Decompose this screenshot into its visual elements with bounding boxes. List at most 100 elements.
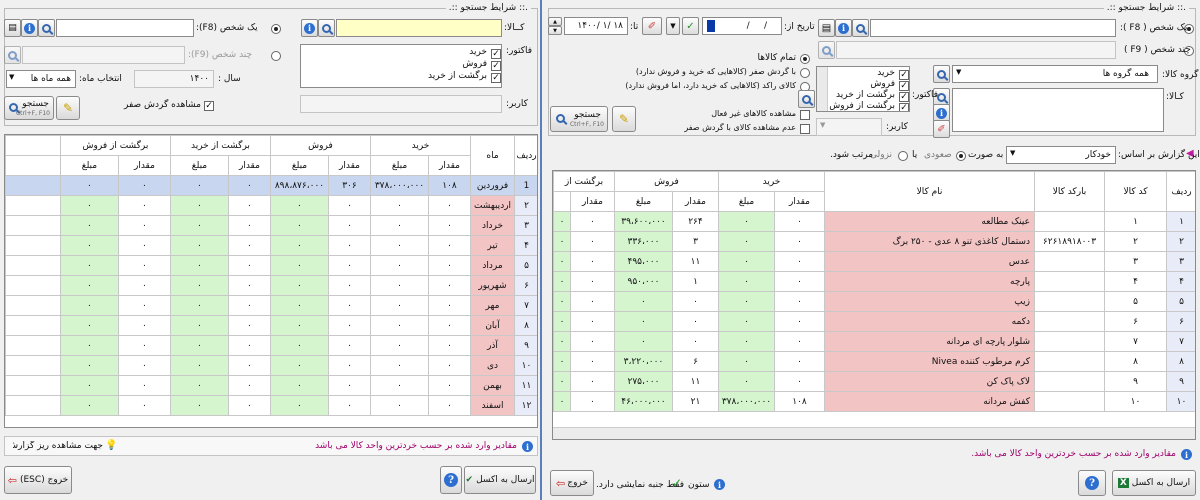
sort-field-select[interactable]: خودکار ▼ <box>1006 146 1116 164</box>
col-mah[interactable]: ماه <box>470 135 515 176</box>
right-exit-button[interactable]: خروج ⇦ <box>550 470 594 496</box>
group-select[interactable]: همه گروه ها ▼ <box>952 65 1158 83</box>
table-row[interactable]: ۶ ۶ دکمه ۰ ۰ ۰ ۰ ۰ ۰ <box>553 311 1195 332</box>
right-person-card-button[interactable]: ▤ <box>818 19 835 37</box>
person-search-button[interactable] <box>38 19 55 37</box>
table-row[interactable]: ۱۰ ۱۰ کفش مردانه ۱۰۸ ۳۷۸،۰۰۰،۰۰۰ ۲۱ ۴۶،۰۰۰،۰۰۰… <box>553 391 1195 412</box>
right-one-person-field[interactable] <box>870 19 1116 37</box>
right-help-button[interactable]: ? <box>1078 470 1106 496</box>
right-person-info-button[interactable]: i <box>835 19 852 37</box>
multi-person-radio[interactable] <box>271 51 281 61</box>
date-to-field[interactable]: ۱۴۰۰/ ۱/ ۱۸ <box>564 17 628 35</box>
right-factor-kharid-checkbox[interactable]: ✓ <box>899 70 909 80</box>
zero-turnover-checkbox[interactable]: ✓ <box>204 101 214 111</box>
right-clear-filter-button[interactable]: ✎ <box>612 106 636 132</box>
col-meghdar[interactable]: مقدار <box>671 191 719 212</box>
col-mablagh[interactable] <box>553 191 571 212</box>
col-mablagh[interactable]: مبلغ <box>169 155 229 176</box>
right-kala-field[interactable] <box>952 88 1164 132</box>
table-horizontal-scrollbar[interactable] <box>553 427 1195 439</box>
multi-person-search-button[interactable] <box>4 46 21 64</box>
col-meghdar[interactable]: مقدار <box>227 155 271 176</box>
no-zero-checkbox[interactable] <box>800 124 810 134</box>
table-row[interactable]: ۷ مهر ۰ ۰ ۰ ۰ ۰ ۰ ۰ ۰ <box>5 295 537 316</box>
table-row[interactable]: 1 فروردین ۱۰۸ ۳۷۸،۰۰۰،۰۰۰ ۳۰۶ ۸۹۸،۸۷۶،۰۰۰ ۰ ۰ ۰ ۰ <box>5 175 537 196</box>
col-bargasht-kharid[interactable]: برگشت از خرید <box>169 135 271 156</box>
table-row[interactable]: ۷ ۷ شلوار پارچه ای مردانه ۰ ۰ ۰ ۰ ۰ ۰ <box>553 331 1195 352</box>
col-code[interactable]: کد کالا <box>1104 171 1167 212</box>
col-barcode[interactable]: بارکد کالا <box>1034 171 1105 212</box>
radio-all-goods[interactable] <box>800 54 810 64</box>
right-karbar-field[interactable]: ▼ <box>816 118 882 136</box>
right-multi-person-search-button[interactable] <box>818 41 835 59</box>
date-up-button[interactable]: ▲ <box>548 17 562 26</box>
col-meghdar[interactable]: مقدار <box>569 191 615 212</box>
multi-person-field[interactable] <box>22 46 185 64</box>
monthly-report-table[interactable]: ردیف ماه خرید فروش برگشت از خرید برگشت ا… <box>4 134 538 428</box>
table-row[interactable]: ۵ ۵ زیپ ۰ ۰ ۰ ۰ ۰ ۰ <box>553 291 1195 312</box>
one-person-field[interactable] <box>56 19 194 37</box>
col-kharid[interactable]: خرید <box>717 171 826 192</box>
factor-kharid-checkbox[interactable]: ✓ <box>491 49 501 59</box>
col-name[interactable]: نام کالا <box>824 171 1035 212</box>
col-meghdar[interactable]: مقدار <box>428 155 471 176</box>
table-row[interactable]: ۸ آبان ۰ ۰ ۰ ۰ ۰ ۰ ۰ ۰ <box>5 315 537 336</box>
date-check-button[interactable]: ✓ <box>682 17 699 35</box>
person-info-button[interactable]: i <box>21 19 38 37</box>
right-search-button[interactable]: جستجو Ctrl+F, F10 <box>550 106 608 132</box>
left-kala-field[interactable] <box>336 19 502 37</box>
table-row[interactable]: ۱۱ بهمن ۰ ۰ ۰ ۰ ۰ ۰ ۰ ۰ <box>5 375 537 396</box>
col-mablagh[interactable]: مبلغ <box>59 155 119 176</box>
table-row[interactable]: ۱۲ اسفند ۰ ۰ ۰ ۰ ۰ ۰ ۰ ۰ <box>5 395 537 416</box>
left-kala-search-button[interactable] <box>318 19 335 37</box>
right-excel-button[interactable]: ارسال به اکسل X <box>1112 470 1196 496</box>
table-row[interactable]: ۹ آذر ۰ ۰ ۰ ۰ ۰ ۰ ۰ ۰ <box>5 335 537 356</box>
right-factor-list[interactable]: ✓ خرید ✓ فروش ✓ برگشت از خرید ✓ برگشت از… <box>816 66 910 112</box>
col-bargasht[interactable]: برگشت از <box>553 171 615 192</box>
person-card-button[interactable]: ▤ <box>4 19 21 37</box>
sort-desc-radio[interactable] <box>898 151 908 161</box>
col-forush[interactable]: فروش <box>269 135 371 156</box>
col-mablagh[interactable]: مبلغ <box>717 191 776 212</box>
table-row[interactable]: ۲ ۲ ۶۲۶۱۸۹۱۸۰۰۳ دستمال کاغذی تنو ۸ عدی - ۲۵… <box>553 231 1195 252</box>
right-factor-bargasht-kharid-checkbox[interactable]: ✓ <box>899 92 909 102</box>
table-row[interactable]: ۸ ۸ کرم مرطوب کننده Nivea ۰ ۰ ۶ ۳،۲۲۰،۰۰۰ ۰ ۰ <box>553 351 1195 372</box>
col-kharid[interactable]: خرید <box>369 135 472 156</box>
right-multi-person-field[interactable] <box>836 41 1116 59</box>
inactive-goods-checkbox[interactable] <box>800 110 810 120</box>
col-mablagh[interactable]: مبلغ <box>269 155 329 176</box>
right-kala-eraser-button[interactable]: ✐ <box>933 120 950 138</box>
table-row[interactable]: ۲ اردیبهشت ۰ ۰ ۰ ۰ ۰ ۰ ۰ ۰ <box>5 195 537 216</box>
date-eraser-button[interactable]: ✐ <box>642 17 662 35</box>
left-search-button[interactable]: جستجو Ctrl+F, F10 <box>4 96 54 120</box>
col-mablagh[interactable]: مبلغ <box>613 191 673 212</box>
right-factor-search-button[interactable] <box>798 90 815 108</box>
left-factor-list[interactable]: ✓ خرید ✓ فروش ✓ برگشت از خرید <box>300 44 502 88</box>
date-down-button[interactable]: ▼ <box>548 26 562 35</box>
right-factor-bargasht-forush-checkbox[interactable]: ✓ <box>899 103 909 111</box>
left-help-button[interactable]: ? <box>440 466 462 494</box>
table-row[interactable]: ۳ خرداد ۰ ۰ ۰ ۰ ۰ ۰ ۰ ۰ <box>5 215 537 236</box>
col-mablagh[interactable]: مبلغ <box>369 155 430 176</box>
left-kala-info-button[interactable]: i <box>301 19 318 37</box>
sort-asc-radio[interactable] <box>956 151 966 161</box>
table-row[interactable]: ۱ ۱ عینک مطالعه ۰ ۰ ۲۶۴ ۳۹،۶۰۰،۰۰۰ ۰ ۰ <box>553 211 1195 232</box>
col-meghdar[interactable]: مقدار <box>774 191 825 212</box>
col-meghdar[interactable]: مقدار <box>117 155 171 176</box>
table-row[interactable]: ۴ تیر ۰ ۰ ۰ ۰ ۰ ۰ ۰ ۰ <box>5 235 537 256</box>
col-bargasht-forush[interactable]: برگشت از فروش <box>59 135 171 156</box>
one-person-radio[interactable] <box>271 24 281 34</box>
right-person-search-button[interactable] <box>852 19 869 37</box>
table-row[interactable]: ۴ ۴ پارچه ۰ ۰ ۱ ۹۵۰،۰۰۰ ۰ ۰ <box>553 271 1195 292</box>
table-row[interactable]: ۹ ۹ لاک پاک کن ۰ ۰ ۱۱ ۲۷۵،۰۰۰ ۰ ۰ <box>553 371 1195 392</box>
col-meghdar[interactable]: مقدار <box>327 155 371 176</box>
col-radif[interactable]: ردیف <box>514 135 537 176</box>
year-field[interactable]: ۱۴۰۰ <box>134 70 214 88</box>
date-dropdown-button[interactable]: ▼ <box>666 17 680 35</box>
table-row[interactable]: ۵ مرداد ۰ ۰ ۰ ۰ ۰ ۰ ۰ ۰ <box>5 255 537 276</box>
right-factor-forush-checkbox[interactable]: ✓ <box>899 81 909 91</box>
date-from-field[interactable]: / / <box>702 17 782 35</box>
left-exit-button[interactable]: خروج (ESC) ⇦ <box>4 466 72 494</box>
left-karbar-field[interactable] <box>300 95 502 113</box>
left-excel-button[interactable]: ارسال به اکسل ✔ <box>464 466 536 494</box>
